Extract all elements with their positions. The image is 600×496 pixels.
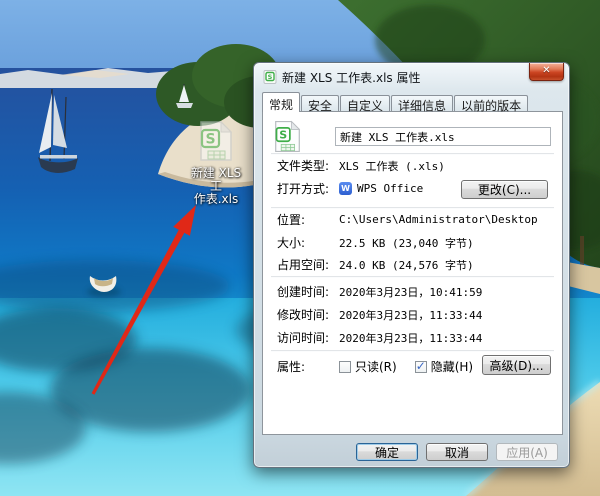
desktop-icon-xls-file[interactable]: S 新建 XLS 工 作表.xls [186, 120, 246, 206]
wps-office-icon: W [339, 182, 352, 195]
cancel-button[interactable]: 取消 [426, 443, 488, 461]
tab-general[interactable]: 常规 [262, 92, 301, 112]
readonly-checkbox[interactable] [339, 360, 351, 373]
size-on-disk-row: 占用空间: 24.0 KB (24,576 字节) [277, 258, 474, 272]
separator [271, 153, 554, 154]
tab-security[interactable]: 安全 [301, 95, 340, 113]
general-tab-page: S 文件类型: XLS 工作表 (.xls) 打开方式: W WPS Offic… [262, 111, 563, 435]
ok-button[interactable]: 确定 [356, 443, 418, 461]
titlebar-spreadsheet-icon: S [263, 70, 277, 84]
dialog-title: 新建 XLS 工作表.xls 属性 [282, 70, 421, 85]
separator [271, 207, 554, 208]
close-icon: ✕ [542, 65, 551, 76]
separator [271, 276, 554, 277]
tab-custom[interactable]: 自定义 [340, 95, 391, 113]
desktop-icon-label: 新建 XLS 工 作表.xls [190, 166, 242, 206]
hidden-checkbox[interactable] [414, 359, 427, 373]
separator [271, 350, 554, 351]
dialog-titlebar[interactable]: S 新建 XLS 工作表.xls 属性 ✕ [254, 63, 569, 91]
tab-previous-versions[interactable]: 以前的版本 [454, 95, 529, 113]
svg-text:S: S [279, 128, 287, 141]
dialog-footer: 确定 取消 应用(A) [254, 443, 569, 461]
hidden-label: 隐藏(H) [430, 360, 474, 374]
svg-text:S: S [205, 132, 215, 148]
advanced-button[interactable]: 高级(D)... [482, 355, 551, 375]
modified-row: 修改时间: 2020年3月23日，11:33:44 [277, 308, 483, 322]
location-row: 位置: C:\Users\Administrator\Desktop [277, 213, 538, 227]
apply-button: 应用(A) [496, 443, 558, 461]
filename-input[interactable] [335, 127, 551, 146]
svg-text:S: S [268, 73, 273, 81]
desktop: S 新建 XLS 工 作表.xls S 新建 XLS 工作表.xls 属性 ✕ [0, 0, 600, 496]
file-type-row: 文件类型: XLS 工作表 (.xls) [277, 159, 445, 173]
created-row: 创建时间: 2020年3月23日，10:41:59 [277, 285, 483, 299]
tab-strip: 常规 安全 自定义 详细信息 以前的版本 [262, 92, 529, 113]
readonly-label: 只读(R) [355, 360, 397, 374]
change-button[interactable]: 更改(C)... [461, 180, 548, 199]
close-button[interactable]: ✕ [529, 63, 564, 81]
tab-details[interactable]: 详细信息 [391, 95, 454, 113]
size-row: 大小: 22.5 KB (23,040 字节) [277, 236, 474, 250]
xls-file-icon-large: S [275, 120, 301, 153]
xls-file-icon: S [200, 120, 233, 161]
accessed-row: 访问时间: 2020年3月23日，11:33:44 [277, 331, 483, 345]
file-properties-dialog: S 新建 XLS 工作表.xls 属性 ✕ 常规 安全 自定义 详细信息 以前的… [253, 62, 570, 468]
